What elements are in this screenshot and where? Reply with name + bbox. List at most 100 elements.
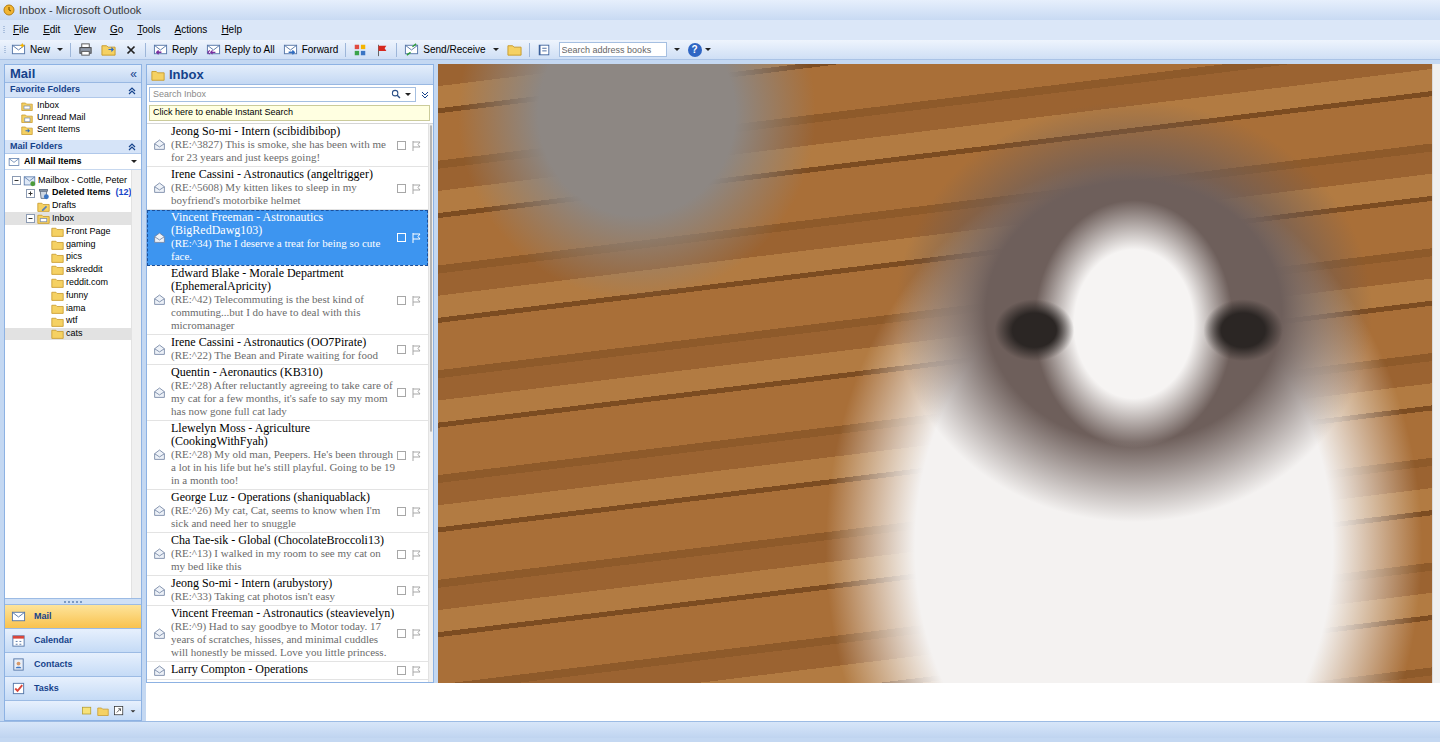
print-button[interactable] [74,40,97,59]
message-item[interactable]: Larry Compton - Operations [147,662,428,680]
address-search-field[interactable] [559,42,667,57]
message-item[interactable]: Vincent Freeman - Astronautics (BigRedDa… [147,210,428,266]
favorites-header[interactable]: Favorite Folders [5,83,141,98]
help-button[interactable]: ? [684,40,715,59]
message-list: Jeong So-mi - Intern (scibidibibop)(RE:^… [147,124,428,683]
categorize-button[interactable] [349,40,371,59]
new-mail-icon [11,42,26,57]
menu-item[interactable]: Go [103,20,130,40]
message-item[interactable]: Jeong So-mi - Intern (arubystory)(RE:^33… [147,576,428,606]
folder-item[interactable]: askreddit [5,264,131,277]
instant-search-bar[interactable]: Click here to enable Instant Search [149,105,430,121]
reply-icon [153,42,168,57]
inbox-header: Inbox [147,65,433,85]
categorize-icon [353,43,367,57]
shortcuts-icon [113,705,125,717]
favorite-folder[interactable]: Inbox [5,100,141,112]
folder-icon [21,100,33,112]
flag-icon [375,43,389,57]
message-scrollbar[interactable] [428,124,433,683]
flag-icon [411,609,422,659]
message-item[interactable]: Quentin - Aeronautics (KB310)(RE:^28) Af… [147,365,428,421]
toolbar: New ReplyReply to AllForward Send/Receive? [0,40,1440,60]
send-receive-button[interactable]: Send/Receive [400,40,502,59]
mail-button[interactable]: Mail [5,604,141,628]
message-item[interactable]: Llewelyn Moss - Agriculture (CookingWith… [147,421,428,490]
collapse-pane-button[interactable]: « [130,65,137,83]
favorite-folder[interactable]: Sent Items [5,124,141,136]
contacts-button[interactable]: Contacts [5,652,141,676]
scroll-thumb[interactable] [430,125,432,432]
flag-icon [411,536,422,573]
message-item[interactable]: Edward Blake - Morale Department (Epheme… [147,266,428,335]
folder-item[interactable]: iama [5,302,131,315]
message-item[interactable]: Jeong So-mi - Intern (scibidibibop)(RE:^… [147,124,428,167]
read-mail-icon [153,337,166,362]
read-mail-icon [153,268,166,332]
mail-folders-header[interactable]: Mail Folders [5,140,141,155]
forward-button[interactable]: Forward [279,40,343,59]
delete-button[interactable] [120,40,142,59]
search-options[interactable] [405,93,411,96]
folder-item[interactable]: gaming [5,238,131,251]
menu-item[interactable]: Help [214,20,249,40]
category-icon [396,368,407,418]
main-area: Mail«Favorite FoldersInboxUnread MailSen… [0,60,1440,721]
menu-item[interactable]: View [67,20,103,40]
calendar-icon [11,633,26,648]
category-icon [396,609,407,659]
contacts-icon [11,657,26,672]
reading-scrollbar[interactable] [1432,64,1440,683]
message-item[interactable]: Vincent Freeman - Astronautics (steaviev… [147,606,428,662]
flag-icon [411,170,422,207]
flag-icon [411,579,422,603]
read-mail-icon [153,367,166,418]
menu-item[interactable]: Actions [168,20,215,40]
folder-item[interactable]: Deleted Items(12) [5,187,131,200]
search-inbox-field[interactable] [150,88,391,102]
favorite-folder[interactable]: Unread Mail [5,112,141,124]
menu-item[interactable]: File [6,20,36,40]
message-item[interactable]: Irene Cassini - Astronautics (OO7Pirate)… [147,335,428,365]
category-icon [396,338,407,362]
folder-icon [51,251,64,264]
address-book-button[interactable] [533,40,555,59]
folder-scrollbar[interactable] [131,170,141,598]
folder-item[interactable]: reddit.com [5,276,131,289]
folder-item[interactable]: Drafts [5,200,131,213]
configure-buttons-icon [129,706,137,716]
reply-button[interactable]: Reply [149,40,202,59]
read-mail-icon [153,492,166,530]
folder-icon [51,327,64,340]
folder-item[interactable]: funny [5,289,131,302]
address-dropdown[interactable] [674,48,680,51]
calendar-button[interactable]: Calendar [5,628,141,652]
message-item[interactable]: Irene Cassini - Astronautics (angeltrigg… [147,167,428,210]
reply-all-button[interactable]: Reply to All [202,40,279,59]
flag-button[interactable] [371,40,393,59]
new-button[interactable]: New [7,40,67,59]
folder-tree: Mailbox - Cottle, PeterDeleted Items(12)… [5,170,131,598]
folder-icon [51,276,64,289]
category-icon [396,665,407,677]
message-item[interactable]: Cha Tae-sik - Global (ChocolateBroccoli1… [147,533,428,576]
message-list-pane: Inbox Click here to enable Instant Search… [146,64,434,683]
open-folder-button[interactable] [503,40,526,59]
folder-item[interactable]: pics [5,251,131,264]
move-button[interactable] [97,40,120,59]
delete-icon [124,43,138,57]
message-item[interactable]: George Luz - Operations (shaniquablack)(… [147,490,428,533]
folder-item[interactable]: wtf [5,315,131,328]
mail-view-dropdown[interactable]: All Mail Items [5,154,141,170]
menu-item[interactable]: Edit [36,20,67,40]
tasks-button[interactable]: Tasks [5,676,141,700]
folder-item[interactable]: Inbox [5,212,131,225]
folder-item[interactable]: Front Page [5,225,131,238]
folder-item[interactable]: Mailbox - Cottle, Peter [5,174,131,187]
read-mail-icon [153,126,166,164]
folder-list-icon [97,705,109,717]
menu-item[interactable]: Tools [130,20,167,40]
printer-icon [78,42,93,57]
grip-icon [3,44,7,56]
folder-item[interactable]: cats [5,328,131,341]
